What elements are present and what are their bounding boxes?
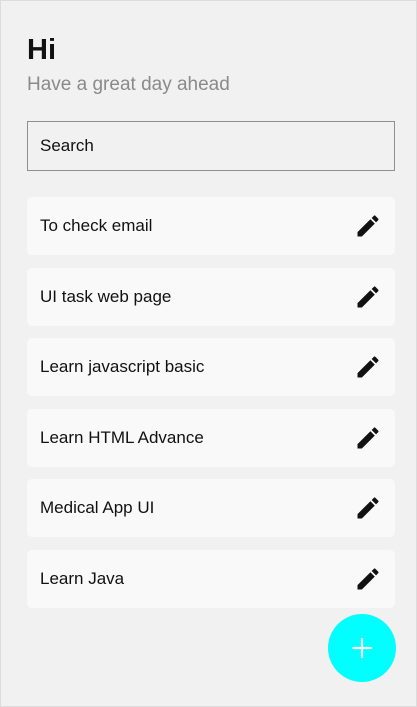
pencil-icon	[357, 356, 379, 378]
add-task-button[interactable]	[328, 614, 396, 682]
todo-app: Hi Have a great day ahead To check email…	[0, 0, 417, 707]
edit-button[interactable]	[354, 353, 382, 381]
pencil-icon	[357, 567, 379, 589]
plus-icon	[351, 637, 373, 659]
list-item[interactable]: To check email	[27, 197, 395, 255]
page-subtitle: Have a great day ahead	[27, 74, 230, 95]
pencil-icon	[357, 426, 379, 448]
pencil-icon	[357, 285, 379, 307]
search-input[interactable]	[27, 121, 395, 171]
list-item[interactable]: UI task web page	[27, 267, 395, 326]
pencil-icon	[357, 215, 379, 237]
task-label: Medical App UI	[40, 498, 155, 517]
edit-button[interactable]	[354, 424, 382, 452]
list-item[interactable]: Learn HTML Advance	[27, 408, 395, 467]
task-label: Learn HTML Advance	[40, 427, 204, 447]
task-label: UI task web page	[40, 286, 172, 306]
edit-button[interactable]	[354, 565, 382, 593]
task-label: To check email	[40, 216, 153, 235]
list-item[interactable]: Learn javascript basic	[27, 338, 395, 396]
list-item[interactable]: Learn Java	[27, 549, 395, 608]
task-label: Learn Java	[40, 568, 125, 588]
edit-button[interactable]	[354, 283, 382, 311]
edit-button[interactable]	[354, 494, 382, 522]
page-title: Hi	[27, 34, 56, 66]
task-label: Learn javascript basic	[40, 357, 205, 376]
list-item[interactable]: Medical App UI	[27, 479, 395, 537]
pencil-icon	[357, 497, 379, 519]
edit-button[interactable]	[354, 212, 382, 240]
task-list: To check email UI task web page Learn ja…	[27, 197, 395, 620]
